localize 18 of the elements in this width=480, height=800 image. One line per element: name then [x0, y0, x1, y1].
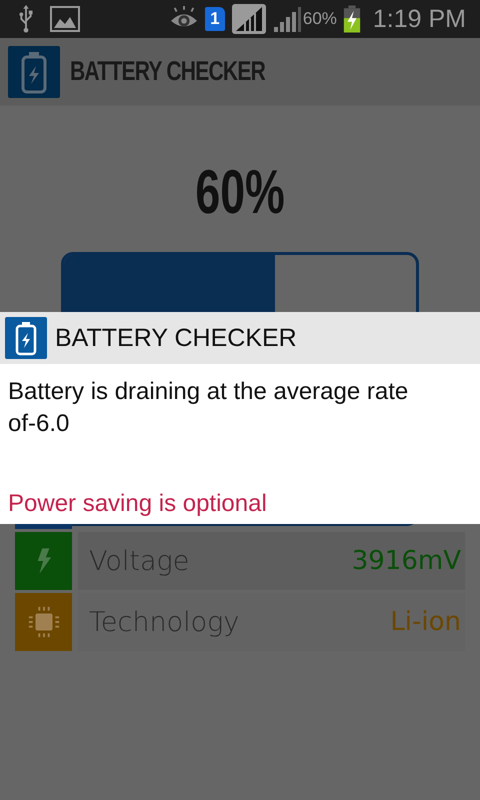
clock: 1:19 PM [372, 4, 466, 34]
battery-percentage: 60% [195, 162, 285, 224]
battery-charging-icon [342, 5, 361, 33]
row-label: Technology [89, 606, 240, 638]
dialog-message: Battery is draining at the average rate of-6.0 [8, 377, 410, 439]
battery-icon [5, 317, 47, 359]
signal-icon [272, 5, 301, 33]
row-value: Li-ion [390, 607, 461, 637]
dialog-title: BATTERY CHECKER [55, 324, 297, 352]
image-icon [50, 6, 80, 32]
dialog-note: Power saving is optional [8, 490, 268, 518]
battery-icon [8, 46, 60, 98]
usb-icon [18, 5, 34, 33]
battery-percent: 60% [302, 9, 337, 29]
row-value: 3916mV [352, 546, 461, 576]
signal-icon [230, 3, 267, 35]
app-title: BATTERY CHECKER [70, 56, 266, 87]
sim-card-icon: 1 [204, 7, 225, 31]
